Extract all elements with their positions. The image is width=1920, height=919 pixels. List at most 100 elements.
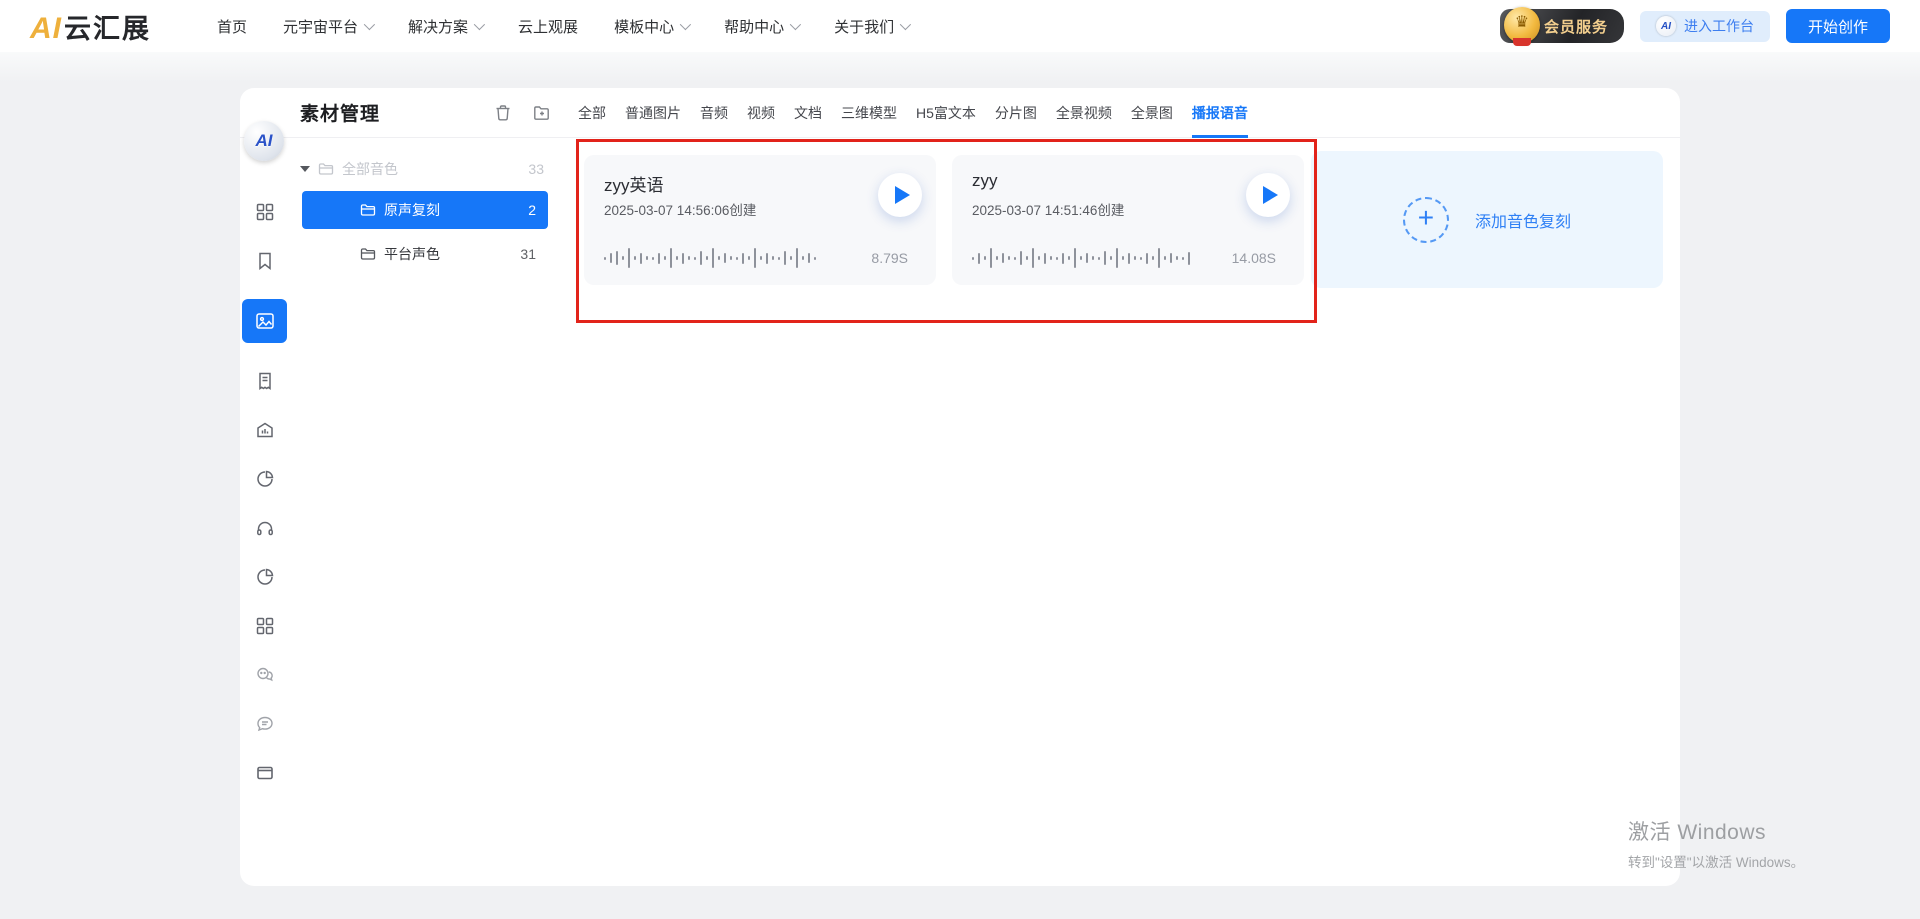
menu-label: 首页 [217, 16, 247, 37]
folder-icon [318, 161, 334, 177]
menu-item-solutions[interactable]: 解决方案 [408, 16, 482, 37]
wechat-icon[interactable] [254, 664, 276, 686]
tab-video[interactable]: 视频 [747, 88, 775, 137]
tab-pano-video[interactable]: 全景视频 [1056, 88, 1112, 137]
menu-item-templates[interactable]: 模板中心 [614, 16, 688, 37]
pie-chart-icon[interactable] [254, 566, 276, 588]
tab-document[interactable]: 文档 [794, 88, 822, 137]
material-manager-panel: 素材管理 全部 普通图片 音频 视频 文档 三维模型 H5富文本 分片图 全 [240, 88, 1680, 886]
windows-activation-watermark: 激活 Windows 转到"设置"以激活 Windows。 [1628, 816, 1804, 871]
tree-label: 平台声色 [384, 244, 440, 264]
material-type-tabs: 全部 普通图片 音频 视频 文档 三维模型 H5富文本 分片图 全景视频 全景图… [578, 88, 1248, 137]
menu-label: 云上观展 [518, 16, 578, 37]
grid-category-icon[interactable] [254, 201, 276, 223]
user-avatar[interactable]: AI [244, 121, 284, 161]
menu-item-metaverse[interactable]: 元宇宙平台 [283, 16, 372, 37]
left-icon-rail [242, 201, 287, 784]
vip-service-label: 会员服务 [1544, 16, 1608, 37]
page-title: 素材管理 [300, 99, 380, 126]
voice-created-date: 2025-03-07 14:51:46创建 [972, 199, 1124, 219]
plus-circle-icon: + [1403, 197, 1449, 243]
caret-down-icon [300, 166, 310, 172]
workspace-logo-icon: AI [1656, 16, 1676, 36]
exhibition-hall-icon[interactable] [254, 419, 276, 441]
tree-label: 全部音色 [342, 159, 398, 179]
chevron-down-icon [474, 19, 485, 30]
tree-row-platform-voices[interactable]: 平台声色 31 [302, 237, 548, 271]
trash-icon[interactable] [494, 104, 512, 122]
play-button[interactable] [878, 173, 922, 217]
main-menu: 首页 元宇宙平台 解决方案 云上观展 模板中心 帮助中心 关于我们 [217, 16, 908, 37]
grid-apps-icon[interactable] [254, 615, 276, 637]
headphones-icon[interactable] [254, 517, 276, 539]
panel-header: 素材管理 全部 普通图片 音频 视频 文档 三维模型 H5富文本 分片图 全 [240, 88, 1680, 138]
tree-count: 31 [520, 246, 536, 262]
brand-logo-text: 云汇展 [64, 7, 151, 46]
tab-normal-image[interactable]: 普通图片 [625, 88, 681, 137]
header-tools [494, 104, 551, 122]
receipt-doc-icon[interactable] [254, 370, 276, 392]
waveform-row: 14.08S [972, 247, 1276, 269]
menu-label: 解决方案 [408, 16, 468, 37]
voice-duration: 14.08S [1232, 250, 1276, 266]
waveform [604, 247, 816, 269]
play-icon [1263, 186, 1278, 204]
app-root: AI 云汇展 首页 元宇宙平台 解决方案 云上观展 模板中心 帮助中心 关于我们… [0, 0, 1920, 919]
image-material-icon-selected[interactable] [242, 299, 287, 343]
voice-title: zyy英语 [604, 171, 664, 196]
voice-created-date: 2025-03-07 14:56:06创建 [604, 199, 756, 219]
menu-item-help[interactable]: 帮助中心 [724, 16, 798, 37]
menu-label: 模板中心 [614, 16, 674, 37]
window-icon[interactable] [254, 762, 276, 784]
tab-pano-image[interactable]: 全景图 [1131, 88, 1173, 137]
voice-title: zyy [972, 171, 998, 191]
tree-label: 原声复刻 [384, 200, 440, 220]
menu-item-home[interactable]: 首页 [217, 16, 247, 37]
menu-label: 帮助中心 [724, 16, 784, 37]
tab-slice-image[interactable]: 分片图 [995, 88, 1037, 137]
add-voice-clone-card[interactable]: + 添加音色复刻 [1311, 151, 1663, 288]
folder-icon [360, 246, 376, 262]
play-icon [895, 186, 910, 204]
menu-item-online-exhibition[interactable]: 云上观展 [518, 16, 578, 37]
chevron-down-icon [900, 19, 911, 30]
chevron-down-icon [364, 19, 375, 30]
brand-logo[interactable]: AI 云汇展 [30, 7, 151, 46]
watermark-line1: 激活 Windows [1628, 816, 1804, 846]
voice-card[interactable]: zyy英语 2025-03-07 14:56:06创建 8.79S [584, 155, 936, 285]
tree-count: 33 [528, 161, 550, 177]
watermark-line2: 转到"设置"以激活 Windows。 [1628, 851, 1804, 871]
brand-logo-ai: AI [30, 12, 62, 46]
comment-bubble-icon[interactable] [254, 713, 276, 735]
voice-duration: 8.79S [871, 250, 908, 266]
waveform [972, 247, 1190, 269]
add-voice-clone-label: 添加音色复刻 [1475, 208, 1571, 232]
tab-all[interactable]: 全部 [578, 88, 606, 137]
voice-card[interactable]: zyy 2025-03-07 14:51:46创建 14.08S [952, 155, 1304, 285]
tab-audio[interactable]: 音频 [700, 88, 728, 137]
tree-row-voice-clone-selected[interactable]: 原声复刻 2 [302, 191, 548, 229]
top-navbar: AI 云汇展 首页 元宇宙平台 解决方案 云上观展 模板中心 帮助中心 关于我们… [0, 0, 1920, 52]
menu-label: 关于我们 [834, 16, 894, 37]
tree-row-all-voices[interactable]: 全部音色 33 [300, 154, 550, 184]
enter-workspace-label: 进入工作台 [1684, 16, 1754, 36]
enter-workspace-button[interactable]: AI 进入工作台 [1640, 11, 1770, 42]
play-button[interactable] [1246, 173, 1290, 217]
folder-icon [360, 202, 376, 218]
nav-right-actions: ♛ 会员服务 AI 进入工作台 开始创作 [1500, 9, 1890, 43]
waveform-row: 8.79S [604, 247, 908, 269]
vip-medal-icon: ♛ [1504, 7, 1540, 43]
tab-h5-richtext[interactable]: H5富文本 [916, 88, 976, 137]
menu-item-about[interactable]: 关于我们 [834, 16, 908, 37]
avatar-text: AI [256, 131, 273, 151]
tab-3d-model[interactable]: 三维模型 [841, 88, 897, 137]
vip-service-button[interactable]: ♛ 会员服务 [1500, 9, 1624, 43]
start-create-button[interactable]: 开始创作 [1786, 9, 1890, 43]
chevron-down-icon [680, 19, 691, 30]
bookmark-icon[interactable] [254, 250, 276, 272]
menu-label: 元宇宙平台 [283, 16, 358, 37]
move-to-folder-icon[interactable] [533, 104, 551, 122]
pie-chart-icon[interactable] [254, 468, 276, 490]
tab-broadcast-voice[interactable]: 播报语音 [1192, 88, 1248, 137]
chevron-down-icon [790, 19, 801, 30]
